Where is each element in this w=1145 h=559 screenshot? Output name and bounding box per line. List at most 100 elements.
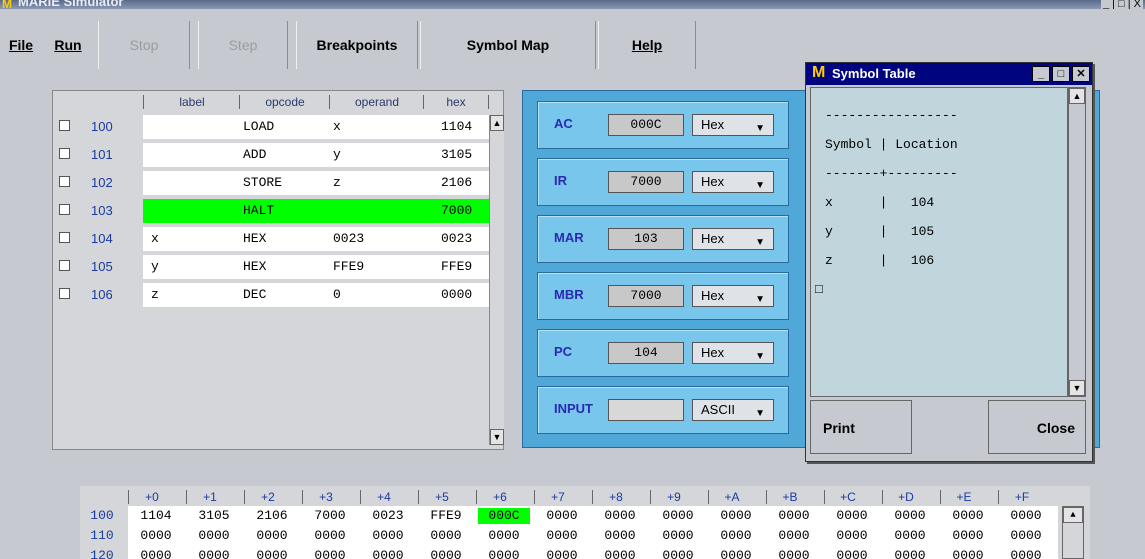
help-menu[interactable]: Help [598, 21, 696, 69]
minimize-icon[interactable]: _ [1032, 66, 1050, 82]
register-mode-select[interactable]: Hex ▼ [692, 342, 774, 364]
breakpoint-checkbox[interactable] [59, 120, 70, 131]
program-table: label opcode operand hex 100 LOAD x 1104 101… [52, 90, 504, 450]
step-button[interactable]: Step [198, 21, 288, 69]
breakpoint-checkbox[interactable] [59, 288, 70, 299]
register-value[interactable]: 000C [608, 114, 684, 136]
header-operand: operand [329, 95, 424, 109]
program-row[interactable]: 105 y HEX FFE9 FFE9 [55, 255, 489, 279]
scroll-down-icon[interactable]: ▼ [1069, 380, 1085, 396]
register-value[interactable]: 103 [608, 228, 684, 250]
dropdown-arrow-icon: ▼ [755, 408, 765, 419]
register-ac: AC 000C Hex ▼ [537, 101, 789, 149]
register-value[interactable]: 104 [608, 342, 684, 364]
register-input: INPUT ASCII ▼ [537, 386, 789, 434]
memory-row: 100 1104 3105 2106 7000 0023 FFE9 000C 0000 0000 0… [80, 506, 1070, 526]
memory-col-header: +5 [418, 490, 465, 504]
symbol-table-scrollbar[interactable]: ▲ ▼ [1068, 87, 1086, 397]
symbol-line: z | 106 [825, 253, 935, 268]
memory-cell: 1104 [140, 508, 172, 523]
window-titlebar: M MARIE Simulator _ | □ | X [0, 0, 1145, 9]
register-mar: MAR 103 Hex ▼ [537, 215, 789, 263]
memory-cell: 0000 [1010, 508, 1042, 523]
memory-scrollbar[interactable]: ▲ [1062, 506, 1084, 559]
breakpoints-label: Breakpoints [316, 37, 398, 53]
header-hex: hex [423, 95, 489, 109]
memory-cell: 0000 [778, 548, 810, 559]
register-mode-value: ASCII [701, 402, 735, 417]
cell-hex: 1104 [441, 119, 473, 134]
row-address: 106 [91, 287, 113, 302]
memory-cell: 0000 [430, 548, 462, 559]
memory-cell: 3105 [198, 508, 230, 523]
memory-cell: 0000 [198, 528, 230, 543]
program-row[interactable]: 101 ADD y 3105 [55, 143, 489, 167]
memory-col-header: +2 [244, 490, 291, 504]
register-value[interactable]: 7000 [608, 171, 684, 193]
cell-opcode: DEC [243, 287, 267, 302]
register-mode-value: Hex [701, 288, 725, 303]
symbol-line: Symbol | Location [825, 137, 958, 152]
scroll-up-icon[interactable]: ▲ [1069, 88, 1085, 104]
scroll-down-icon[interactable]: ▼ [490, 429, 504, 445]
maximize-icon[interactable]: □ [1052, 66, 1070, 82]
close-button[interactable]: Close [988, 400, 1086, 454]
register-pc: PC 104 Hex ▼ [537, 329, 789, 377]
cell-opcode: HEX [243, 231, 267, 246]
dropdown-arrow-icon: ▼ [755, 123, 765, 134]
close-icon[interactable]: ✕ [1072, 66, 1090, 82]
register-mode-select[interactable]: Hex ▼ [692, 285, 774, 307]
breakpoints-menu[interactable]: Breakpoints [296, 21, 418, 69]
memory-cell: 0000 [488, 548, 520, 559]
program-row[interactable]: 100 LOAD x 1104 [55, 115, 489, 139]
memory-cell: 0000 [198, 548, 230, 559]
memory-row: 120 0000 0000 0000 0000 0000 0000 0000 0000 0000 0… [80, 546, 1070, 559]
register-mode-select[interactable]: Hex ▼ [692, 114, 774, 136]
register-value[interactable]: 7000 [608, 285, 684, 307]
scroll-up-icon[interactable]: ▲ [490, 115, 504, 131]
breakpoint-checkbox[interactable] [59, 260, 70, 271]
print-button[interactable]: Print [810, 400, 912, 454]
register-value[interactable] [608, 399, 684, 421]
memory-cell: 2106 [256, 508, 288, 523]
breakpoint-checkbox[interactable] [59, 204, 70, 215]
symbol-table-window: M Symbol Table _ □ ✕ ----------------- Sy… [805, 62, 1093, 462]
program-row[interactable]: 106 z DEC 0 0000 [55, 283, 489, 307]
program-scrollbar[interactable]: ▲ ▼ [489, 115, 504, 445]
memory-cell: 0000 [894, 548, 926, 559]
memory-cell: 0000 [546, 528, 578, 543]
memory-cells: 0000 0000 0000 0000 0000 0000 0000 0000 0000 0000… [128, 526, 1058, 546]
breakpoint-checkbox[interactable] [59, 232, 70, 243]
stop-button[interactable]: Stop [98, 21, 190, 69]
register-mode-select[interactable]: Hex ▼ [692, 171, 774, 193]
memory-col-header: +B [766, 490, 813, 504]
memory-cell: 0000 [952, 548, 984, 559]
breakpoint-checkbox[interactable] [59, 176, 70, 187]
symbol-map-button[interactable]: Symbol Map [420, 21, 596, 69]
symbol-line: ----------------- [825, 108, 958, 123]
memory-col-header: +A [708, 490, 755, 504]
symbol-line: x | 104 [825, 195, 935, 210]
memory-cells: 1104 3105 2106 7000 0023 FFE9 000C 0000 0000 0000… [128, 506, 1058, 526]
breakpoint-checkbox[interactable] [59, 148, 70, 159]
cell-label: z [151, 287, 159, 302]
cell-label: y [151, 259, 159, 274]
menu-run[interactable]: Run [48, 21, 88, 69]
memory-col-header: +3 [302, 490, 349, 504]
memory-col-header: +1 [186, 490, 233, 504]
cell-operand: 0023 [333, 231, 365, 246]
memory-cell: 0000 [662, 508, 694, 523]
program-row[interactable]: 102 STORE z 2106 [55, 171, 489, 195]
menu-file[interactable]: File [4, 21, 38, 69]
memory-col-header: +8 [592, 490, 639, 504]
memory-cell: 0000 [778, 528, 810, 543]
register-mode-select[interactable]: ASCII ▼ [692, 399, 774, 421]
cell-hex: 0023 [441, 231, 473, 246]
memory-table: +0 +1 +2 +3 +4 +5 +6 +7 +8 +9 +A +B +C +D +E +F 100 1104… [80, 486, 1090, 559]
window-controls[interactable]: _ | □ | X [1100, 0, 1143, 9]
program-row[interactable]: 103 HALT 7000 [55, 199, 489, 223]
scroll-up-icon[interactable]: ▲ [1063, 507, 1083, 523]
symbol-table-titlebar: M Symbol Table _ □ ✕ [806, 63, 1092, 85]
program-row[interactable]: 104 x HEX 0023 0023 [55, 227, 489, 251]
register-mode-select[interactable]: Hex ▼ [692, 228, 774, 250]
